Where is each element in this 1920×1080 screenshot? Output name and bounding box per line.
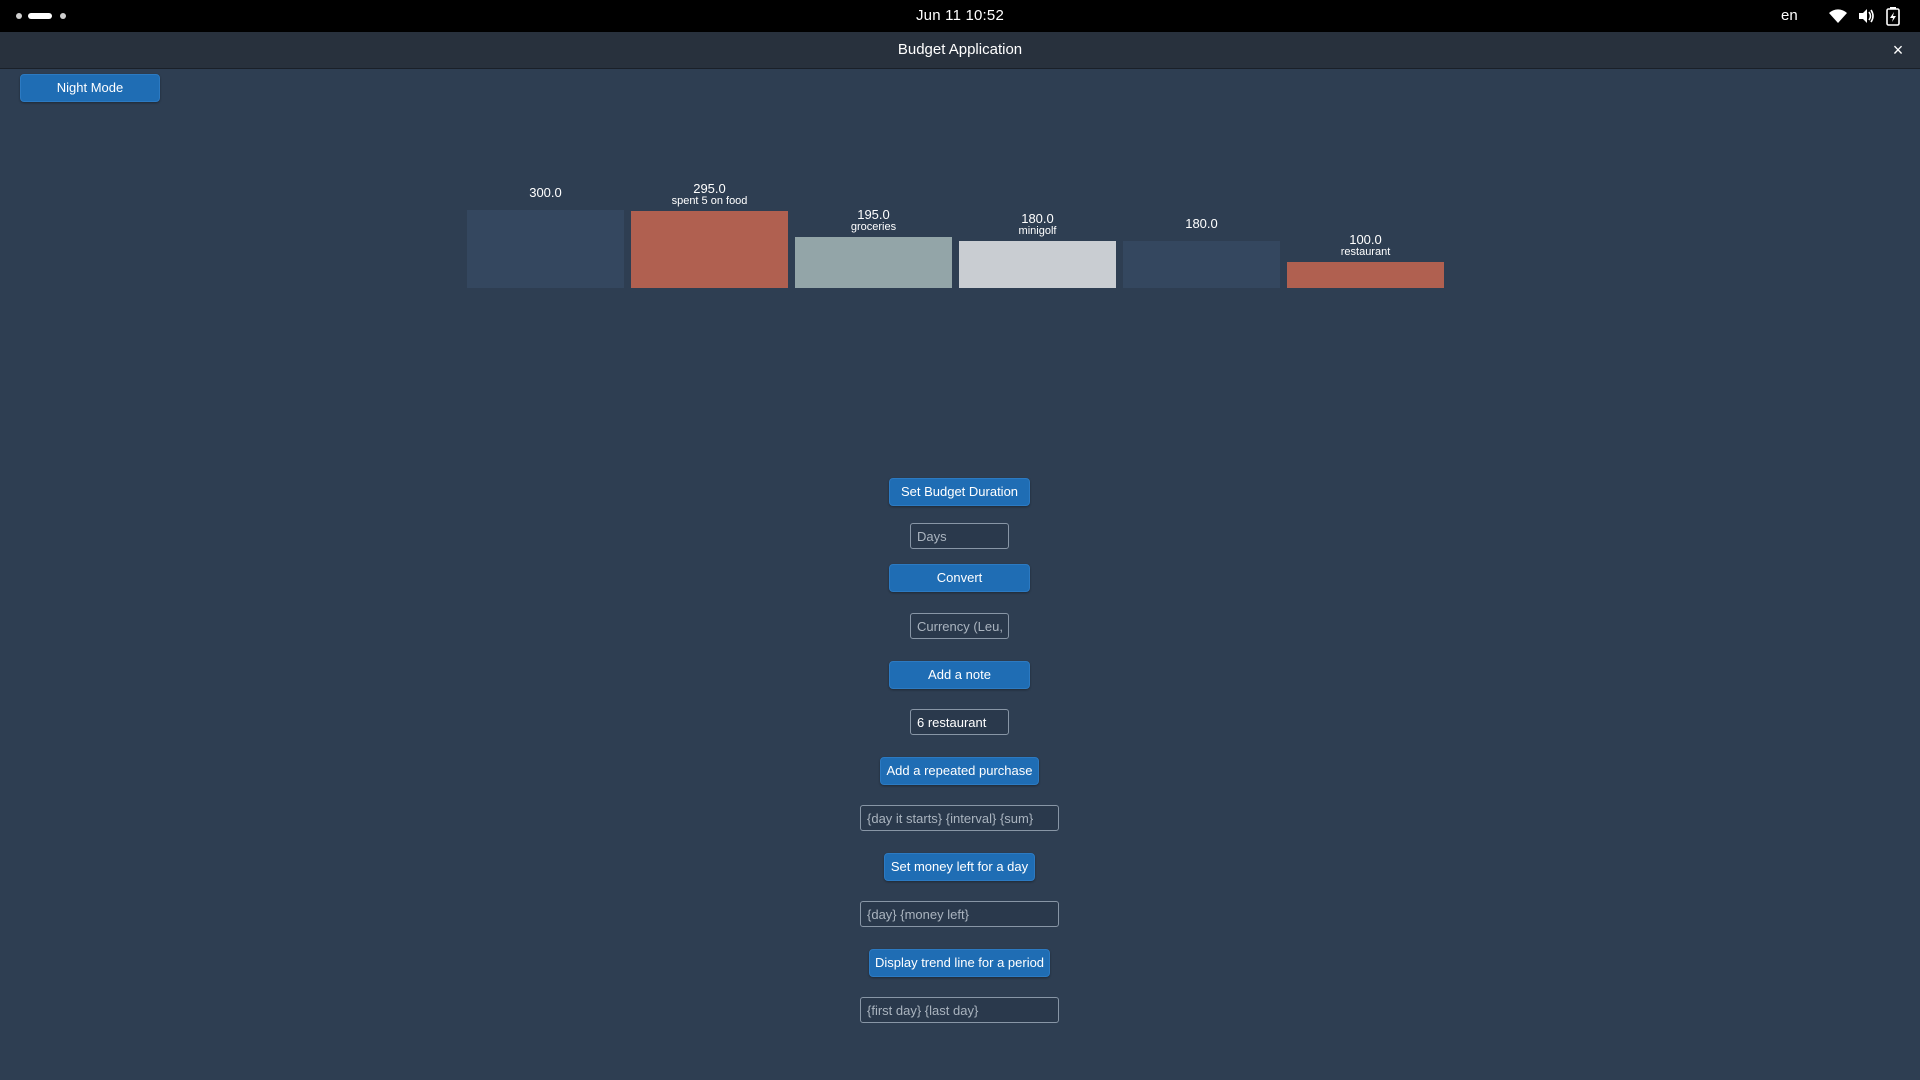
add-repeated-purchase-button[interactable]: Add a repeated purchase xyxy=(880,757,1039,785)
bar-note-label: groceries xyxy=(850,221,897,233)
chart-bar xyxy=(1123,241,1280,288)
trend-period-input[interactable] xyxy=(860,997,1059,1023)
chart-bar xyxy=(959,241,1116,288)
chart-bar xyxy=(1287,262,1444,288)
add-note-button[interactable]: Add a note xyxy=(889,661,1030,689)
chart-bar xyxy=(467,210,624,288)
bar-note-label: minigolf xyxy=(1018,225,1057,237)
money-left-input[interactable] xyxy=(860,901,1059,927)
bar-value-label: 180.0 xyxy=(1185,216,1218,231)
currency-input[interactable] xyxy=(910,613,1009,639)
set-budget-duration-button[interactable]: Set Budget Duration xyxy=(889,478,1030,506)
note-input[interactable] xyxy=(910,709,1009,735)
chart-bar xyxy=(795,237,952,288)
repeated-purchase-input[interactable] xyxy=(860,805,1059,831)
bar-value-label: 195.0 xyxy=(857,207,890,222)
bar-value-label: 100.0 xyxy=(1349,232,1382,247)
display-trend-line-button[interactable]: Display trend line for a period xyxy=(869,949,1050,977)
convert-button[interactable]: Convert xyxy=(889,564,1030,592)
budget-bar-chart: 300.0 295.0 spent 5 on food 195.0 groceries 1… xyxy=(0,0,1920,300)
chart-bar xyxy=(631,211,788,288)
bar-value-label: 180.0 xyxy=(1021,211,1054,226)
set-money-left-button[interactable]: Set money left for a day xyxy=(884,853,1035,881)
bar-note-label: restaurant xyxy=(1340,246,1391,258)
bar-note-label: spent 5 on food xyxy=(671,195,748,207)
bar-value-label: 300.0 xyxy=(529,185,562,200)
days-input[interactable] xyxy=(910,523,1009,549)
bar-value-label: 295.0 xyxy=(693,181,726,196)
